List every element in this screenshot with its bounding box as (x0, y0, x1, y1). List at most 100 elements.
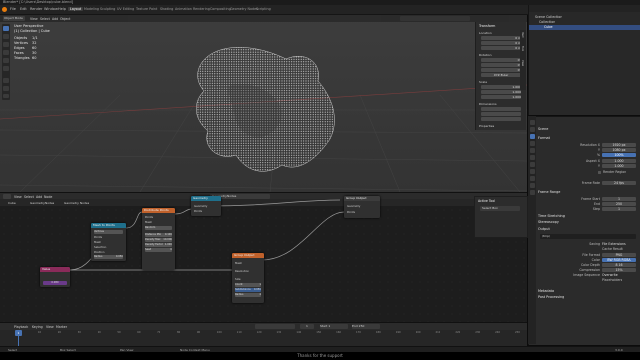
physics-tab-icon[interactable] (529, 176, 535, 181)
annotate-tool-icon[interactable] (3, 78, 9, 83)
resolution-percent-field[interactable]: 100% (602, 153, 636, 157)
node-header[interactable]: Group Output (344, 196, 380, 201)
output-section-header[interactable]: Output (538, 227, 638, 232)
workspace-tab-layout[interactable]: Layout (68, 7, 84, 11)
node-header[interactable]: Value (40, 267, 70, 272)
dimensions-x-field[interactable] (481, 107, 521, 111)
workspace-tab-scripting[interactable]: Scripting (256, 7, 271, 11)
mesh-to-points-mode[interactable]: Vertices (94, 230, 123, 234)
menu-file[interactable]: File (10, 7, 16, 11)
location-x-field[interactable]: 0 m (481, 36, 521, 40)
frame-step-field[interactable]: 1 (602, 207, 636, 211)
node-fill-geometry[interactable]: Group Output Mesh Resolution Size Count … (232, 253, 264, 303)
transform-header[interactable]: Transform (479, 24, 495, 28)
npanel-tab-view[interactable]: View (521, 60, 524, 66)
output-path-field[interactable]: /tmp/ (540, 234, 636, 239)
file-format-dropdown[interactable]: PNG (602, 253, 636, 257)
start-frame-field[interactable]: Start 1 (320, 324, 348, 329)
node-header[interactable]: Group Output (232, 253, 264, 258)
render-region-checkbox[interactable] (598, 170, 601, 174)
viewport-canvas[interactable] (0, 15, 527, 192)
node-value[interactable]: Value 0.080 (40, 267, 70, 287)
workspace-tab-sculpting[interactable]: Sculpting (100, 7, 115, 11)
select-box-tool-icon[interactable] (3, 26, 9, 31)
dimensions-z-field[interactable] (481, 117, 521, 121)
node-join-geometry[interactable]: Geometry Geometry Points (191, 196, 221, 216)
rotation-x-field[interactable]: 0° (481, 58, 521, 62)
rotation-z-field[interactable]: 0° (481, 68, 521, 72)
viewport-menu-select[interactable]: Select (40, 17, 50, 21)
node-header[interactable]: Distribute Points (142, 208, 175, 213)
workspace-tab-compositing[interactable]: Compositing (210, 7, 231, 11)
workspace-tab-shading[interactable]: Shading (160, 7, 173, 11)
npanel-tab-tool[interactable]: Tool (521, 46, 524, 51)
view-layer-tab-icon[interactable] (529, 141, 535, 146)
add-cube-tool-icon[interactable] (3, 94, 9, 98)
stereoscopy-section-header[interactable]: Stereoscopy (538, 220, 638, 225)
blender-logo-icon[interactable] (2, 6, 7, 12)
color-mode-toggle[interactable]: BW RGB RGBA (602, 258, 636, 262)
tool-properties-tab-icon[interactable] (529, 120, 535, 125)
aspect-y-field[interactable]: 1.000 (602, 164, 636, 168)
select-box-tool[interactable]: Select Box (480, 206, 520, 211)
rotate-tool-icon[interactable] (3, 50, 9, 55)
render-properties-tab-icon[interactable] (529, 127, 535, 132)
post-processing-section-header[interactable]: Post Processing (538, 295, 638, 300)
timeline-menu-view[interactable]: View (46, 325, 54, 329)
frame-start-field[interactable]: 1 (602, 197, 636, 201)
node-distribute-points[interactable]: Distribute Points Points Mesh Random Dis… (142, 208, 175, 270)
active-tool-header[interactable]: Active Tool (478, 199, 495, 203)
viewport-menu-add[interactable]: Add (52, 17, 58, 21)
menu-window[interactable]: Window (44, 7, 58, 11)
scale-y-field[interactable]: 1.000 (481, 90, 521, 94)
radius-field[interactable]: Radius 4 (235, 293, 261, 297)
node-header[interactable]: Geometry (191, 196, 221, 201)
scale-x-field[interactable]: 1.000 (481, 85, 521, 89)
resolution-y-field[interactable]: 1080 px (602, 148, 636, 152)
timeline-menu-marker[interactable]: Marker (56, 325, 67, 329)
workspace-tab-geometry-nodes[interactable]: Geometry Nodes (230, 7, 258, 11)
properties-subpanel[interactable]: Properties (479, 124, 494, 128)
scale-tool-icon[interactable] (3, 58, 9, 63)
playback-controls[interactable] (255, 324, 295, 329)
count-field[interactable]: Count 1 (235, 283, 261, 287)
workspace-tab-uv-editing[interactable]: UV Editing (117, 7, 134, 11)
scale-z-field[interactable]: 1.000 (481, 95, 521, 99)
distribution-method[interactable]: Random (145, 226, 172, 230)
file-extensions-checkbox[interactable]: File Extensions (602, 242, 626, 246)
current-frame-field[interactable]: 1 (300, 324, 314, 329)
distance-min-field[interactable]: Distance Min 0.100 (145, 233, 172, 237)
location-z-field[interactable]: 0 m (481, 46, 521, 50)
location-y-field[interactable]: 0 m (481, 41, 521, 45)
density-max-field[interactable]: Density Max 10.000 (145, 238, 172, 242)
overwrite-checkbox[interactable]: Overwrite (602, 273, 618, 277)
menu-help[interactable]: Help (58, 7, 66, 11)
resolution-x-field[interactable]: 1920 px (602, 143, 636, 147)
cache-result-checkbox[interactable]: Cache Result (602, 247, 623, 251)
subdivisions-field[interactable]: Subdivisions 0.050 (235, 288, 261, 292)
data-tab-icon[interactable] (529, 190, 535, 195)
viewport-menu-view[interactable]: View (30, 17, 38, 21)
rotation-y-field[interactable]: 0° (481, 63, 521, 67)
color-depth-toggle[interactable]: 8 16 (602, 263, 636, 267)
frame-rate-dropdown[interactable]: 24 fps (602, 181, 636, 185)
timeline-menu-keying[interactable]: Keying (32, 325, 43, 329)
format-section-header[interactable]: Format (538, 136, 638, 141)
workspace-tab-texture-paint[interactable]: Texture Paint (136, 7, 157, 11)
3d-viewport[interactable] (0, 15, 527, 192)
scene-tab-icon[interactable] (529, 148, 535, 153)
viewport-shading-buttons[interactable] (400, 16, 470, 21)
outliner-scene-collection[interactable]: Scene Collection (535, 15, 562, 19)
constraints-tab-icon[interactable] (529, 183, 535, 188)
timeline-menu-playback[interactable]: Playback (14, 325, 28, 329)
output-properties-tab-icon[interactable] (529, 134, 535, 139)
node-mesh-to-points[interactable]: Mesh to Points Vertices Points Mesh Sele… (91, 223, 126, 261)
transform-tool-icon[interactable] (3, 66, 9, 71)
seed-field[interactable]: Seed 0 (145, 248, 172, 252)
move-tool-icon[interactable] (3, 42, 9, 47)
object-tab-icon[interactable] (529, 162, 535, 167)
measure-tool-icon[interactable] (3, 86, 9, 91)
mode-selector[interactable]: Object Mode (3, 16, 25, 21)
node-group-output[interactable]: Group Output Geometry Points (344, 196, 380, 218)
node-header[interactable]: Mesh to Points (91, 223, 126, 228)
